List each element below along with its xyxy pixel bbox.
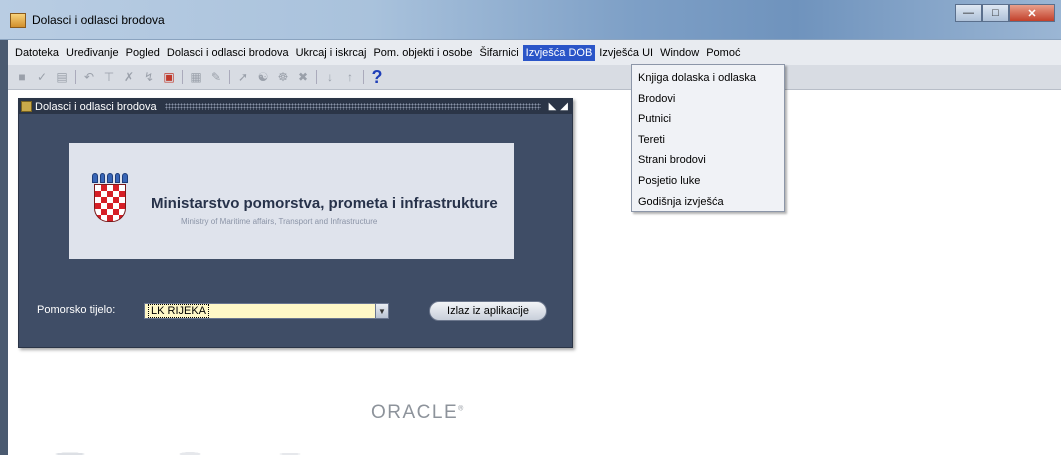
pomorsko-tijelo-label: Pomorsko tijelo: [37, 304, 116, 316]
toolbar-separator [182, 70, 183, 84]
mdi-left-border [0, 40, 8, 455]
dropdown-item-tereti[interactable]: Tereti [632, 130, 784, 151]
menu-datoteka[interactable]: Datoteka [12, 45, 62, 61]
previous-icon[interactable]: ↑ [342, 69, 358, 85]
forms-app-icon [10, 13, 26, 28]
dropdown-item-brodovi[interactable]: Brodovi [632, 89, 784, 110]
ministry-banner: Ministarstvo pomorstva, prometa i infras… [69, 143, 514, 259]
duplicate-icon[interactable]: ☯ [255, 69, 271, 85]
background-watermark [40, 426, 340, 455]
form-window: Dolasci i odlasci brodova ◣ ◢ Ministarst… [18, 98, 573, 348]
dropdown-item-posjetio-luke[interactable]: Posjetio luke [632, 171, 784, 192]
chevron-down-icon[interactable]: ▼ [375, 304, 388, 318]
minimize-form-icon[interactable]: ◣ [549, 101, 557, 112]
minimize-button[interactable]: — [955, 4, 982, 22]
dropdown-item-godisnja[interactable]: Godišnja izvješća [632, 192, 784, 213]
close-button[interactable]: ✕ [1009, 4, 1055, 22]
accept-icon[interactable]: ✓ [34, 69, 50, 85]
maximize-button[interactable]: □ [982, 4, 1009, 22]
menu-ukrcaj-iskrcaj[interactable]: Ukrcaj i iskrcaj [293, 45, 370, 61]
window-titlebar: Dolasci i odlasci brodova — □ ✕ [0, 0, 1061, 40]
print-icon[interactable]: ▤ [54, 69, 70, 85]
menu-sifarnici[interactable]: Šifarnici [477, 45, 522, 61]
menu-window[interactable]: Window [657, 45, 702, 61]
help-icon[interactable]: ? [369, 67, 385, 87]
menu-izvjesca-dob[interactable]: Izvješća DOB [522, 44, 596, 61]
window-controls: — □ ✕ [955, 4, 1055, 22]
titlebar-grip [164, 103, 541, 110]
dropdown-item-putnici[interactable]: Putnici [632, 109, 784, 130]
menu-pom-objekti[interactable]: Pom. objekti i osobe [370, 45, 475, 61]
menu-pogled[interactable]: Pogled [123, 45, 163, 61]
toolbar-separator [316, 70, 317, 84]
toolbar: ■ ✓ ▤ ↶ ⊤ ✗ ↯ ▣ ▦ ✎ ➚ ☯ ☸ ✖ ↓ ↑ ? [8, 65, 1061, 90]
clear-filter-icon[interactable]: ✗ [121, 69, 137, 85]
maximize-form-icon[interactable]: ◢ [560, 101, 568, 112]
menu-pomoc[interactable]: Pomoć [703, 45, 743, 61]
save-icon[interactable]: ■ [14, 69, 30, 85]
trademark-mark: ® [458, 405, 464, 413]
form-window-titlebar[interactable]: Dolasci i odlasci brodova ◣ ◢ [19, 99, 572, 114]
izvjesca-dob-dropdown: Knjiga dolaska i odlaska Brodovi Putnici… [631, 64, 785, 212]
selected-value: LK RIJEKA [148, 304, 210, 318]
toolbar-separator [229, 70, 230, 84]
oracle-logo: ORACLE® [371, 402, 464, 423]
menu-uredivanje[interactable]: Uređivanje [63, 45, 122, 61]
menubar: Datoteka Uređivanje Pogled Dolasci i odl… [8, 40, 1061, 65]
toolbar-separator [75, 70, 76, 84]
edit-icon[interactable]: ✎ [208, 69, 224, 85]
query-icon[interactable]: ↯ [141, 69, 157, 85]
delete-record-icon[interactable]: ✖ [295, 69, 311, 85]
menu-izvjesca-ui[interactable]: Izvješća UI [596, 45, 656, 61]
execute-query-icon[interactable]: ▣ [161, 69, 177, 85]
window-title: Dolasci i odlasci brodova [32, 13, 165, 27]
menu-dolasci-odlasci[interactable]: Dolasci i odlasci brodova [164, 45, 292, 61]
dropdown-item-knjiga[interactable]: Knjiga dolaska i odlaska [632, 68, 784, 89]
ministry-name-en: Ministry of Maritime affairs, Transport … [181, 217, 378, 226]
toolbar-separator [363, 70, 364, 84]
form-window-title: Dolasci i odlasci brodova [35, 100, 157, 113]
next-icon[interactable]: ↓ [322, 69, 338, 85]
ministry-name: Ministarstvo pomorstva, prometa i infras… [151, 195, 498, 212]
table-icon[interactable]: ▦ [188, 69, 204, 85]
lov-icon[interactable]: ☸ [275, 69, 291, 85]
undo-icon[interactable]: ↶ [81, 69, 97, 85]
form-window-icon [21, 101, 32, 112]
pomorsko-tijelo-select[interactable]: LK RIJEKA ▼ [144, 303, 389, 319]
croatian-coat-of-arms-icon [91, 173, 129, 225]
insert-record-icon[interactable]: ➚ [235, 69, 251, 85]
filter-icon[interactable]: ⊤ [101, 69, 117, 85]
exit-application-button[interactable]: Izlaz iz aplikacije [429, 301, 547, 321]
dropdown-item-strani-brodovi[interactable]: Strani brodovi [632, 150, 784, 171]
